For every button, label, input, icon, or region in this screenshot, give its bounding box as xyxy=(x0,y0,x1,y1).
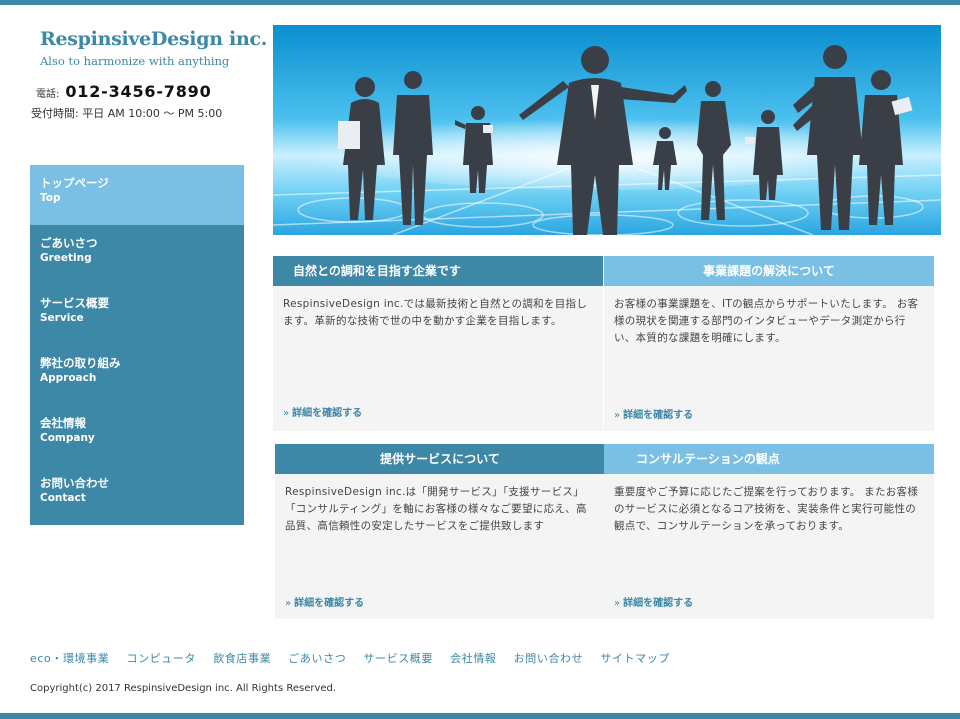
nav-item-company[interactable]: 会社情報 Company xyxy=(30,405,244,465)
footer-nav: eco・環境事業 コンピュータ 飲食店事業 ごあいさつ サービス概要 会社情報 … xyxy=(30,650,683,666)
double-chevron-right-icon: » xyxy=(614,598,621,609)
nav-item-sublabel: Service xyxy=(40,312,84,324)
footer-link-sitemap[interactable]: サイトマップ xyxy=(600,652,670,665)
site-tagline: Also to harmonize with anything xyxy=(40,54,230,68)
card-detail-link-label: 詳細を確認する xyxy=(623,410,694,421)
double-chevron-right-icon: » xyxy=(285,598,292,609)
nav-item-sublabel: Contact xyxy=(40,492,86,504)
card-title[interactable]: コンサルテーションの観点 xyxy=(604,444,934,474)
phone-info: 電話: 012-3456-7890 xyxy=(36,82,212,101)
card-title[interactable]: 事業課題の解決について xyxy=(604,256,934,286)
business-hours: 受付時間: 平日 AM 10:00 〜 PM 5:00 xyxy=(31,107,223,120)
card-detail-link[interactable]: » 詳細を確認する xyxy=(285,594,364,609)
card-text: RespinsiveDesign inc.では最新技術と自然との調和を目指します… xyxy=(283,298,588,327)
card-text: RespinsiveDesign inc.は「開発サービス」「支援サービス」「コ… xyxy=(285,486,587,532)
card-text: 重要度やご予算に応じたご提案を行っております。 またお客様のサービスに必須となる… xyxy=(614,486,919,532)
nav-item-sublabel: Top xyxy=(40,192,61,204)
double-chevron-right-icon: » xyxy=(283,408,290,419)
footer-link-greeting[interactable]: ごあいさつ xyxy=(288,652,346,665)
copyright: Copyright(c) 2017 RespinsiveDesign inc. … xyxy=(30,683,337,694)
footer-link-service[interactable]: サービス概要 xyxy=(363,652,433,665)
nav-item-sublabel: Approach xyxy=(40,372,97,384)
phone-label: 電話: xyxy=(36,89,60,100)
card-title[interactable]: 提供サービスについて xyxy=(275,444,605,474)
card-detail-link-label: 詳細を確認する xyxy=(623,598,694,609)
double-chevron-right-icon: » xyxy=(614,410,621,421)
nav-item-contact[interactable]: お問い合わせ Contact xyxy=(30,465,244,525)
sidebar-nav: トップページ Top ごあいさつ Greeting サービス概要 Service… xyxy=(30,165,244,525)
nav-item-service[interactable]: サービス概要 Service xyxy=(30,285,244,345)
footer-link-restaurant[interactable]: 飲食店事業 xyxy=(213,652,271,665)
nav-item-sublabel: Greeting xyxy=(40,252,92,264)
footer-link-computer[interactable]: コンピュータ xyxy=(126,652,196,665)
nav-item-sublabel: Company xyxy=(40,432,95,444)
info-card: 自然との調和を目指す企業です RespinsiveDesign inc.では最新… xyxy=(273,256,603,431)
footer-link-eco[interactable]: eco・環境事業 xyxy=(30,652,109,665)
site-logo[interactable]: RespinsiveDesign inc. xyxy=(40,28,267,50)
info-card: コンサルテーションの観点 重要度やご予算に応じたご提案を行っております。 またお… xyxy=(604,444,934,619)
card-title[interactable]: 自然との調和を目指す企業です xyxy=(273,256,603,286)
nav-item-greeting[interactable]: ごあいさつ Greeting xyxy=(30,225,244,285)
nav-item-label: 会社情報 xyxy=(40,416,86,430)
card-detail-link[interactable]: » 詳細を確認する xyxy=(614,594,693,609)
card-detail-link[interactable]: » 詳細を確認する xyxy=(614,406,693,421)
footer-link-company[interactable]: 会社情報 xyxy=(450,652,496,665)
hero-image xyxy=(273,25,941,235)
nav-item-top[interactable]: トップページ Top xyxy=(30,165,244,225)
nav-item-label: 弊社の取り組み xyxy=(40,356,121,370)
card-detail-link-label: 詳細を確認する xyxy=(292,408,363,419)
nav-item-label: お問い合わせ xyxy=(40,476,109,490)
phone-number: 012-3456-7890 xyxy=(65,82,212,101)
card-detail-link-label: 詳細を確認する xyxy=(294,598,365,609)
nav-item-approach[interactable]: 弊社の取り組み Approach xyxy=(30,345,244,405)
nav-item-label: トップページ xyxy=(40,176,109,190)
nav-item-label: サービス概要 xyxy=(40,296,109,310)
top-accent-bar xyxy=(0,0,960,5)
info-card: 事業課題の解決について お客様の事業課題を、ITの観点からサポートいたします。 … xyxy=(604,256,934,431)
card-detail-link[interactable]: » 詳細を確認する xyxy=(283,404,362,419)
card-text: お客様の事業課題を、ITの観点からサポートいたします。 お客様の現状を関連する部… xyxy=(614,298,919,344)
bottom-accent-bar xyxy=(0,713,960,719)
info-card: 提供サービスについて RespinsiveDesign inc.は「開発サービス… xyxy=(275,444,605,619)
nav-item-label: ごあいさつ xyxy=(40,236,98,250)
footer-link-contact[interactable]: お問い合わせ xyxy=(514,652,584,665)
